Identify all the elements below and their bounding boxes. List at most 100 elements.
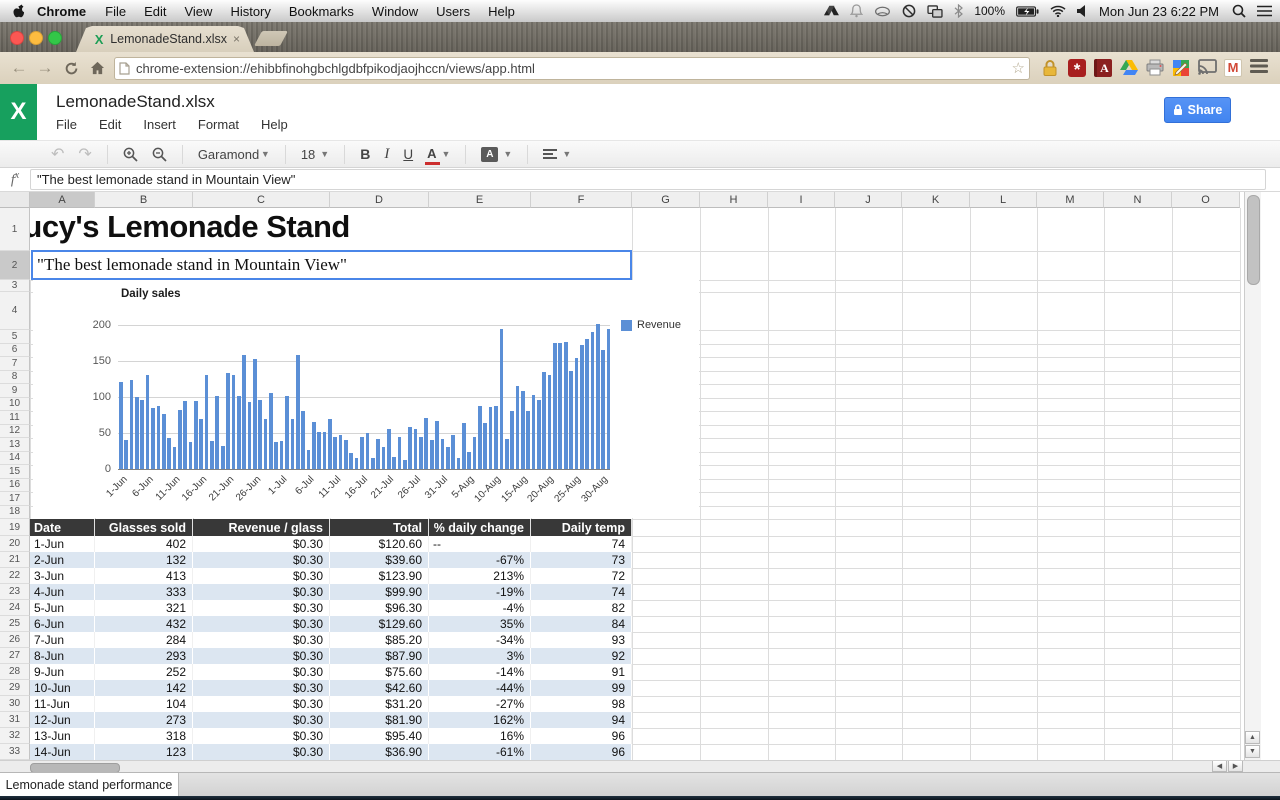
table-row[interactable]: 12-Jun 273 $0.30 $81.90 162% 94	[30, 712, 632, 728]
table-cell[interactable]: $81.90	[330, 712, 429, 728]
table-cell[interactable]: $85.20	[330, 632, 429, 648]
url-text[interactable]: chrome-extension://ehibbfinohgbchlgdbfpi…	[136, 61, 1012, 76]
table-cell[interactable]: $0.30	[193, 584, 330, 600]
table-cell[interactable]: $123.90	[330, 568, 429, 584]
table-cell[interactable]: Total	[330, 519, 429, 536]
table-row[interactable]: 14-Jun 123 $0.30 $36.90 -61% 96	[30, 744, 632, 760]
table-cell[interactable]: Revenue / glass	[193, 519, 330, 536]
address-bar[interactable]: chrome-extension://ehibbfinohgbchlgdbfpi…	[114, 56, 1030, 80]
table-row[interactable]: 9-Jun 252 $0.30 $75.60 -14% 91	[30, 664, 632, 680]
row-header-18[interactable]: 18	[0, 505, 30, 519]
table-cell[interactable]: 273	[95, 712, 193, 728]
table-cell[interactable]: -44%	[429, 680, 531, 696]
row-header-24[interactable]: 24	[0, 600, 30, 616]
table-cell[interactable]: $31.20	[330, 696, 429, 712]
table-cell[interactable]: $0.30	[193, 728, 330, 744]
battery-icon[interactable]	[1016, 5, 1039, 17]
table-cell[interactable]: 72	[531, 568, 632, 584]
table-cell[interactable]: 4-Jun	[30, 584, 95, 600]
notification-center-icon[interactable]	[1257, 5, 1272, 17]
table-cell[interactable]: 91	[531, 664, 632, 680]
table-row[interactable]: 10-Jun 142 $0.30 $42.60 -44% 99	[30, 680, 632, 696]
table-cell[interactable]: 16%	[429, 728, 531, 744]
row-header-26[interactable]: 26	[0, 632, 30, 648]
table-cell[interactable]: 8-Jun	[30, 648, 95, 664]
mac-menu-bookmarks[interactable]: Bookmarks	[280, 4, 363, 19]
table-cell[interactable]: $0.30	[193, 632, 330, 648]
table-cell[interactable]: $95.40	[330, 728, 429, 744]
zoom-out-button[interactable]	[145, 147, 174, 162]
table-cell[interactable]: 284	[95, 632, 193, 648]
table-cell[interactable]: --	[429, 536, 531, 552]
password-manager-extension-icon[interactable]: *	[1068, 59, 1086, 79]
table-cell[interactable]: 293	[95, 648, 193, 664]
volume-icon[interactable]	[1077, 5, 1086, 17]
table-cell[interactable]: 413	[95, 568, 193, 584]
menu-clock[interactable]: Mon Jun 23 6:22 PM	[1097, 4, 1221, 19]
bold-button[interactable]: B	[353, 146, 377, 162]
formula-input[interactable]: "The best lemonade stand in Mountain Vie…	[30, 169, 1266, 190]
scroll-left-button[interactable]: ◀	[1212, 761, 1227, 772]
wifi-icon[interactable]	[1050, 5, 1066, 17]
table-row[interactable]: 2-Jun 132 $0.30 $39.60 -67% 73	[30, 552, 632, 568]
dictionary-extension-icon[interactable]: A	[1094, 59, 1112, 77]
share-button[interactable]: Share	[1164, 97, 1231, 123]
column-header-A[interactable]: A	[30, 192, 95, 208]
vertical-scrollbar[interactable]: ▲ ▼	[1244, 192, 1261, 760]
mac-menu-users[interactable]: Users	[427, 4, 479, 19]
bell-icon[interactable]	[850, 4, 864, 18]
table-cell[interactable]: 92	[531, 648, 632, 664]
table-cell[interactable]: 12-Jun	[30, 712, 95, 728]
table-cell[interactable]: 252	[95, 664, 193, 680]
column-header-M[interactable]: M	[1037, 192, 1104, 208]
table-cell[interactable]: 3-Jun	[30, 568, 95, 584]
table-cell[interactable]: 142	[95, 680, 193, 696]
column-header-I[interactable]: I	[768, 192, 835, 208]
row-header-33[interactable]: 33	[0, 744, 30, 760]
mac-menu-window[interactable]: Window	[363, 4, 427, 19]
table-cell[interactable]: 99	[531, 680, 632, 696]
table-cell[interactable]: 84	[531, 616, 632, 632]
daily-sales-chart[interactable]: Daily sales 0 50 100 150 200 1-Jun 6-Jun 11-Ju…	[33, 280, 699, 518]
table-row[interactable]: 11-Jun 104 $0.30 $31.20 -27% 98	[30, 696, 632, 712]
row-header-1[interactable]: 1	[0, 208, 30, 251]
zoom-in-button[interactable]	[116, 147, 145, 162]
scroll-down-button[interactable]: ▼	[1245, 745, 1260, 758]
table-cell[interactable]: 321	[95, 600, 193, 616]
app-menu-insert[interactable]: Insert	[143, 117, 176, 132]
row-header-16[interactable]: 16	[0, 478, 30, 492]
mac-menu-help[interactable]: Help	[479, 4, 524, 19]
table-cell[interactable]: $36.90	[330, 744, 429, 760]
row-header-15[interactable]: 15	[0, 465, 30, 479]
table-cell[interactable]: 132	[95, 552, 193, 568]
table-cell[interactable]: -14%	[429, 664, 531, 680]
apple-menu-icon[interactable]	[12, 4, 25, 19]
row-header-23[interactable]: 23	[0, 584, 30, 600]
mac-menu-history[interactable]: History	[221, 4, 279, 19]
row-header-17[interactable]: 17	[0, 492, 30, 506]
row-header-12[interactable]: 12	[0, 424, 30, 438]
column-header-H[interactable]: H	[700, 192, 768, 208]
data-table[interactable]: Date Glasses sold Revenue / glass Total% da…	[30, 519, 632, 760]
row-header-25[interactable]: 25	[0, 616, 30, 632]
row-header-11[interactable]: 11	[0, 411, 30, 425]
row-header-14[interactable]: 14	[0, 451, 30, 465]
table-cell[interactable]: 13-Jun	[30, 728, 95, 744]
app-menu-format[interactable]: Format	[198, 117, 239, 132]
table-header-row[interactable]: Date Glasses sold Revenue / glass Total% da…	[30, 519, 632, 536]
forward-button[interactable]: →	[32, 58, 58, 78]
row-header-2[interactable]: 2	[0, 251, 30, 280]
column-header-G[interactable]: G	[632, 192, 700, 208]
photo-editor-extension-icon[interactable]	[1172, 59, 1190, 77]
lock-extension-icon[interactable]	[1042, 59, 1060, 77]
table-row[interactable]: 7-Jun 284 $0.30 $85.20 -34% 93	[30, 632, 632, 648]
table-cell[interactable]: $39.60	[330, 552, 429, 568]
row-header-13[interactable]: 13	[0, 438, 30, 452]
tab-close-icon[interactable]: ×	[233, 32, 240, 46]
table-row[interactable]: 3-Jun 413 $0.30 $123.90 213% 72	[30, 568, 632, 584]
table-row[interactable]: 6-Jun 432 $0.30 $129.60 35% 84	[30, 616, 632, 632]
table-row[interactable]: 1-Jun 402 $0.30 $120.60 -- 74	[30, 536, 632, 552]
table-cell[interactable]: 123	[95, 744, 193, 760]
cell-a1[interactable]: Lucy's Lemonade Stand	[5, 209, 350, 245]
table-cell[interactable]: 162%	[429, 712, 531, 728]
